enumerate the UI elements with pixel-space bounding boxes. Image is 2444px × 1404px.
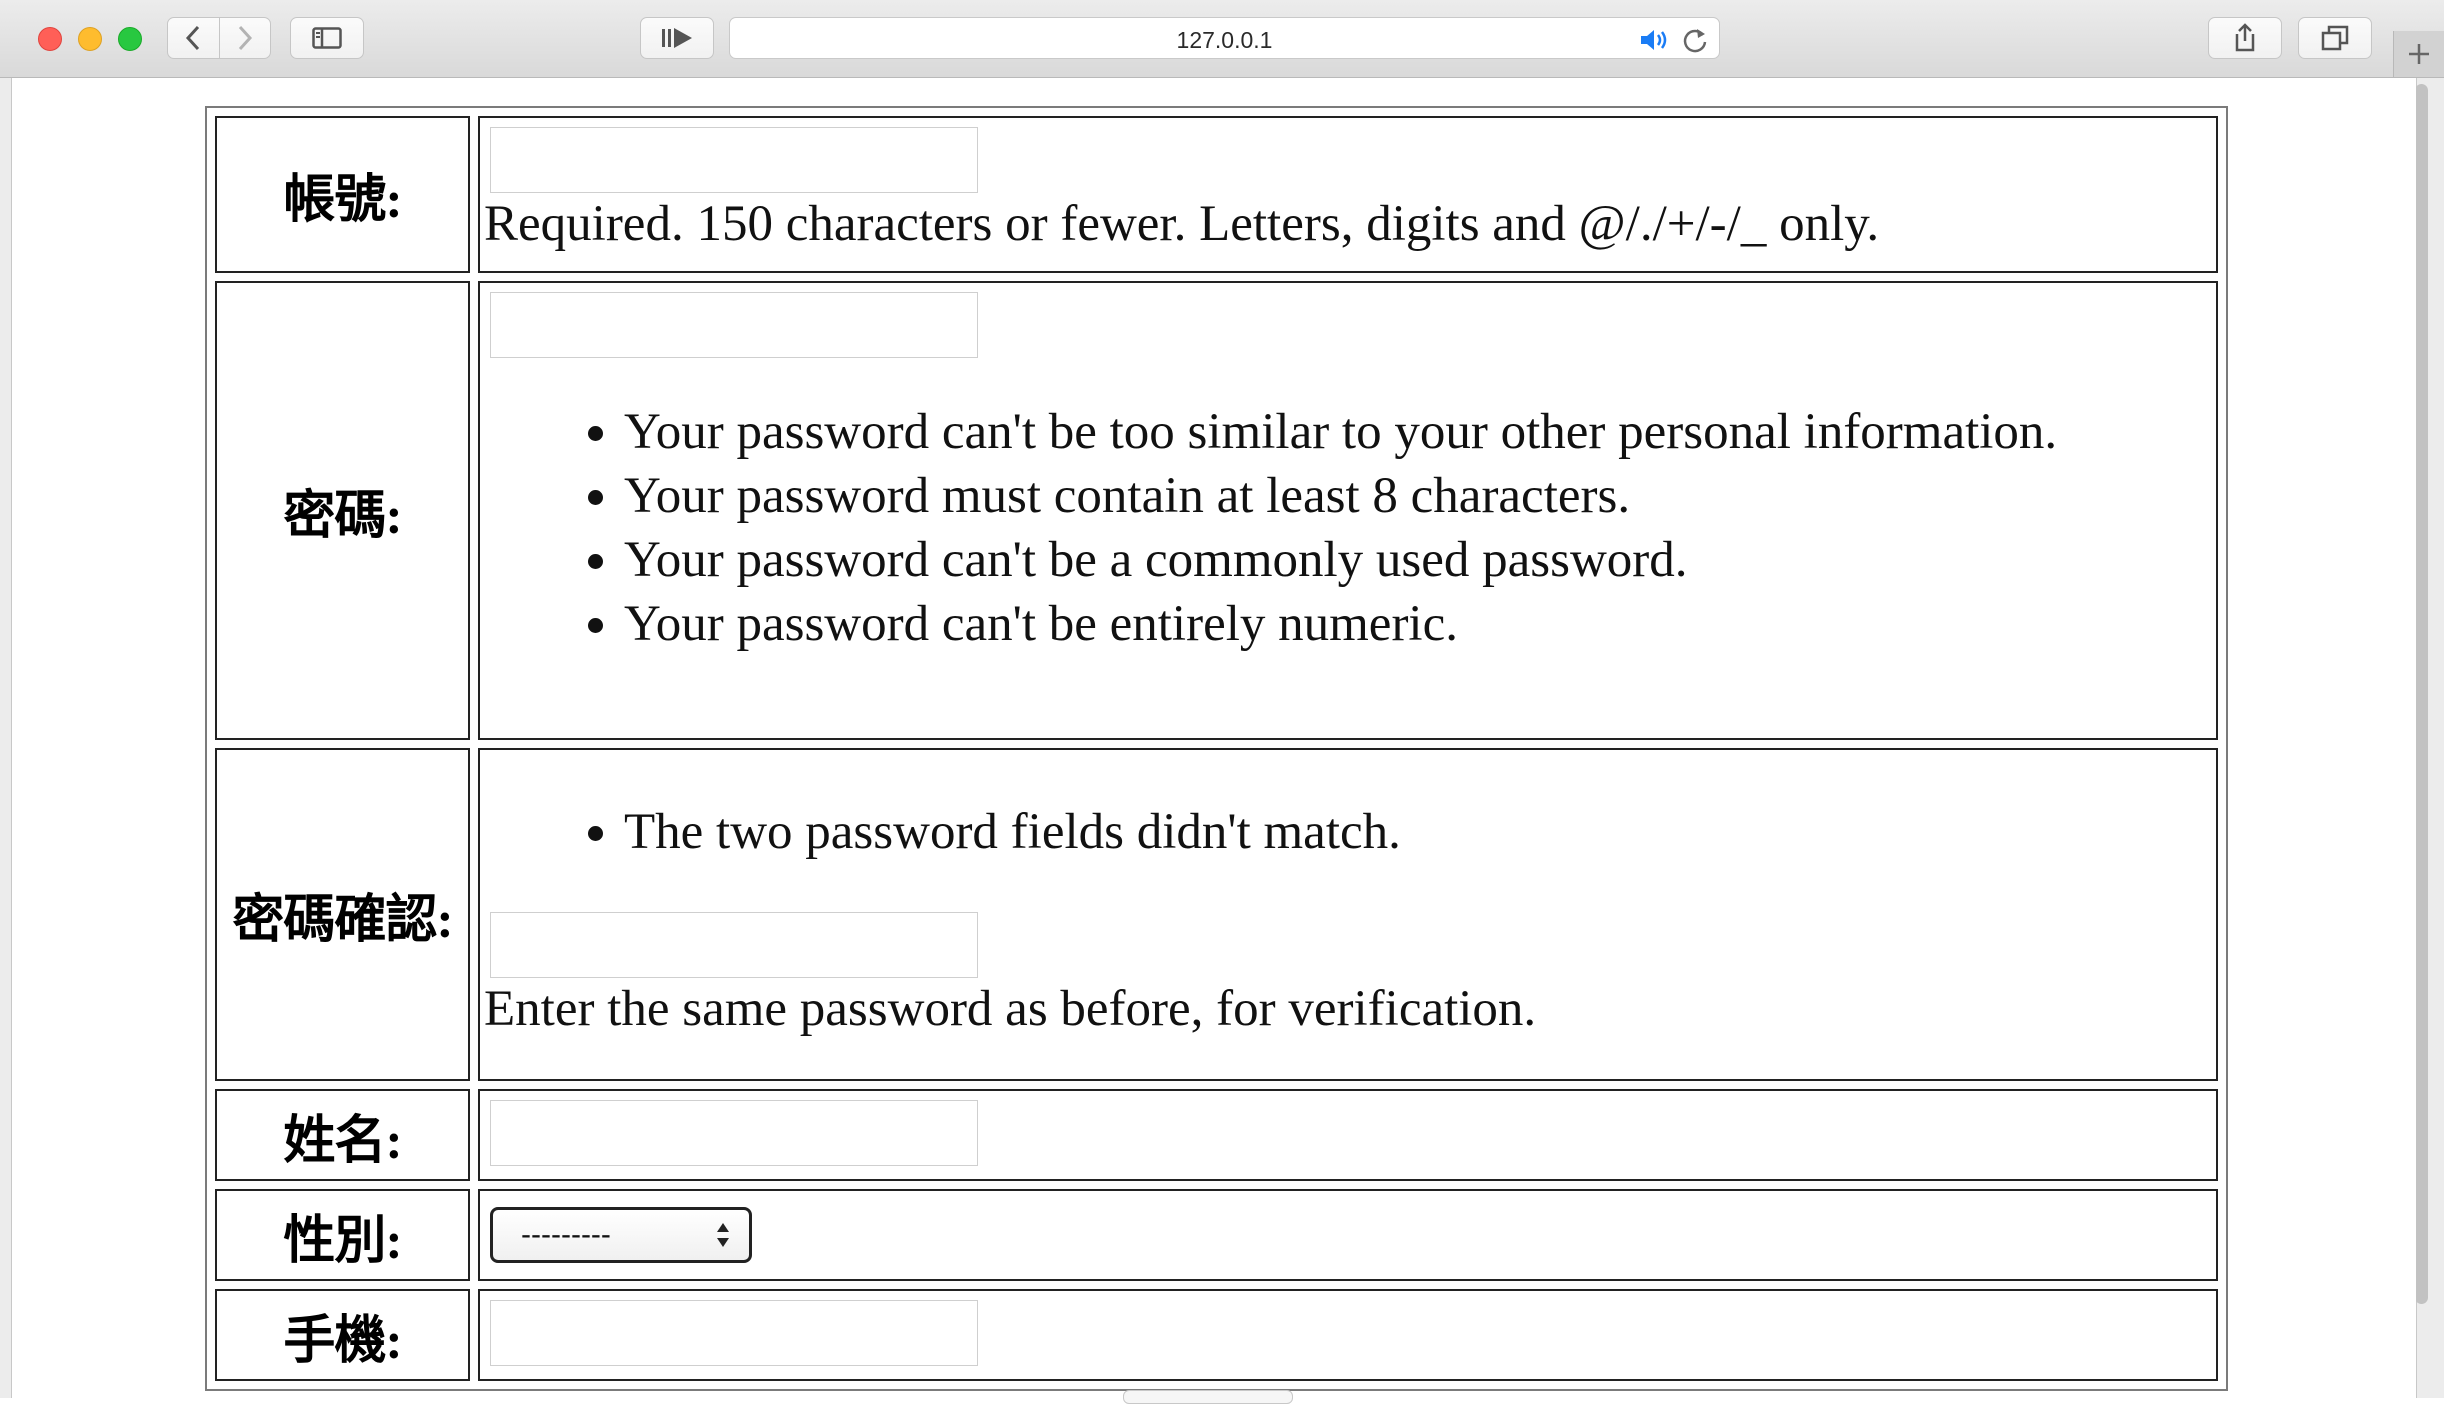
speaker-icon[interactable]: [1639, 27, 1675, 58]
url-text: 127.0.0.1: [1176, 27, 1273, 53]
row-name: 姓名:: [215, 1089, 2218, 1181]
bottom-indicator: [1123, 1390, 1293, 1404]
row-phone: 手機:: [215, 1289, 2218, 1381]
error-message: The two password fields didn't match.: [624, 800, 2214, 864]
password-confirm-label: 密碼確認:: [215, 748, 470, 1081]
chevron-left-icon: [186, 25, 200, 51]
phone-input[interactable]: [490, 1300, 978, 1366]
browser-toolbar: 127.0.0.1: [0, 0, 2444, 78]
plus-icon: [2409, 44, 2429, 64]
new-tab-button[interactable]: [2393, 31, 2444, 77]
sidebar-icon: [312, 27, 342, 49]
row-password: 密碼: Your password can't be too similar t…: [215, 281, 2218, 740]
row-username: 帳號: Required. 150 characters or fewer. L…: [215, 116, 2218, 273]
error-list: The two password fields didn't match.: [484, 800, 2214, 864]
minimize-window-button[interactable]: [78, 27, 102, 51]
tabs-overview-button[interactable]: [2298, 17, 2372, 59]
username-label: 帳號:: [215, 116, 470, 273]
back-button[interactable]: [168, 18, 219, 58]
gender-label: 性別:: [215, 1189, 470, 1281]
reload-icon[interactable]: [1681, 26, 1709, 59]
sidebar-button[interactable]: [290, 17, 364, 59]
username-input[interactable]: [490, 127, 978, 193]
row-gender: 性別: ---------: [215, 1189, 2218, 1281]
zoom-window-button[interactable]: [118, 27, 142, 51]
list-item: Your password can't be a commonly used p…: [624, 528, 2214, 592]
chevron-right-icon: [238, 25, 252, 51]
password-rules-list: Your password can't be too similar to yo…: [484, 400, 2214, 656]
reader-icon: [662, 28, 692, 48]
share-button[interactable]: [2208, 17, 2282, 59]
share-icon: [2235, 23, 2255, 52]
row-password-confirm: 密碼確認: The two password fields didn't mat…: [215, 748, 2218, 1081]
password-confirm-input[interactable]: [490, 912, 978, 978]
list-item: Your password must contain at least 8 ch…: [624, 464, 2214, 528]
gender-select[interactable]: ---------: [490, 1207, 752, 1263]
select-arrows-icon: [717, 1223, 729, 1247]
reader-button[interactable]: [640, 17, 714, 59]
registration-form-table: 帳號: Required. 150 characters or fewer. L…: [205, 106, 2228, 1391]
address-bar[interactable]: 127.0.0.1: [729, 17, 1720, 59]
gender-selected-value: ---------: [521, 1218, 611, 1251]
forward-button[interactable]: [219, 18, 270, 58]
scrollbar-thumb[interactable]: [2415, 84, 2428, 1304]
name-input[interactable]: [490, 1100, 978, 1166]
phone-label: 手機:: [215, 1289, 470, 1381]
password-confirm-help-text: Enter the same password as before, for v…: [484, 981, 1537, 1037]
tabs-icon: [2321, 25, 2349, 51]
navigation-buttons: [167, 17, 271, 59]
name-label: 姓名:: [215, 1089, 470, 1181]
password-label: 密碼:: [215, 281, 470, 740]
list-item: Your password can't be entirely numeric.: [624, 592, 2214, 656]
password-input[interactable]: [490, 292, 978, 358]
username-help-text: Required. 150 characters or fewer. Lette…: [484, 196, 1880, 252]
close-window-button[interactable]: [38, 27, 62, 51]
window-edge-left: [0, 78, 12, 1398]
page-content: 帳號: Required. 150 characters or fewer. L…: [12, 78, 2416, 1398]
list-item: Your password can't be too similar to yo…: [624, 400, 2214, 464]
